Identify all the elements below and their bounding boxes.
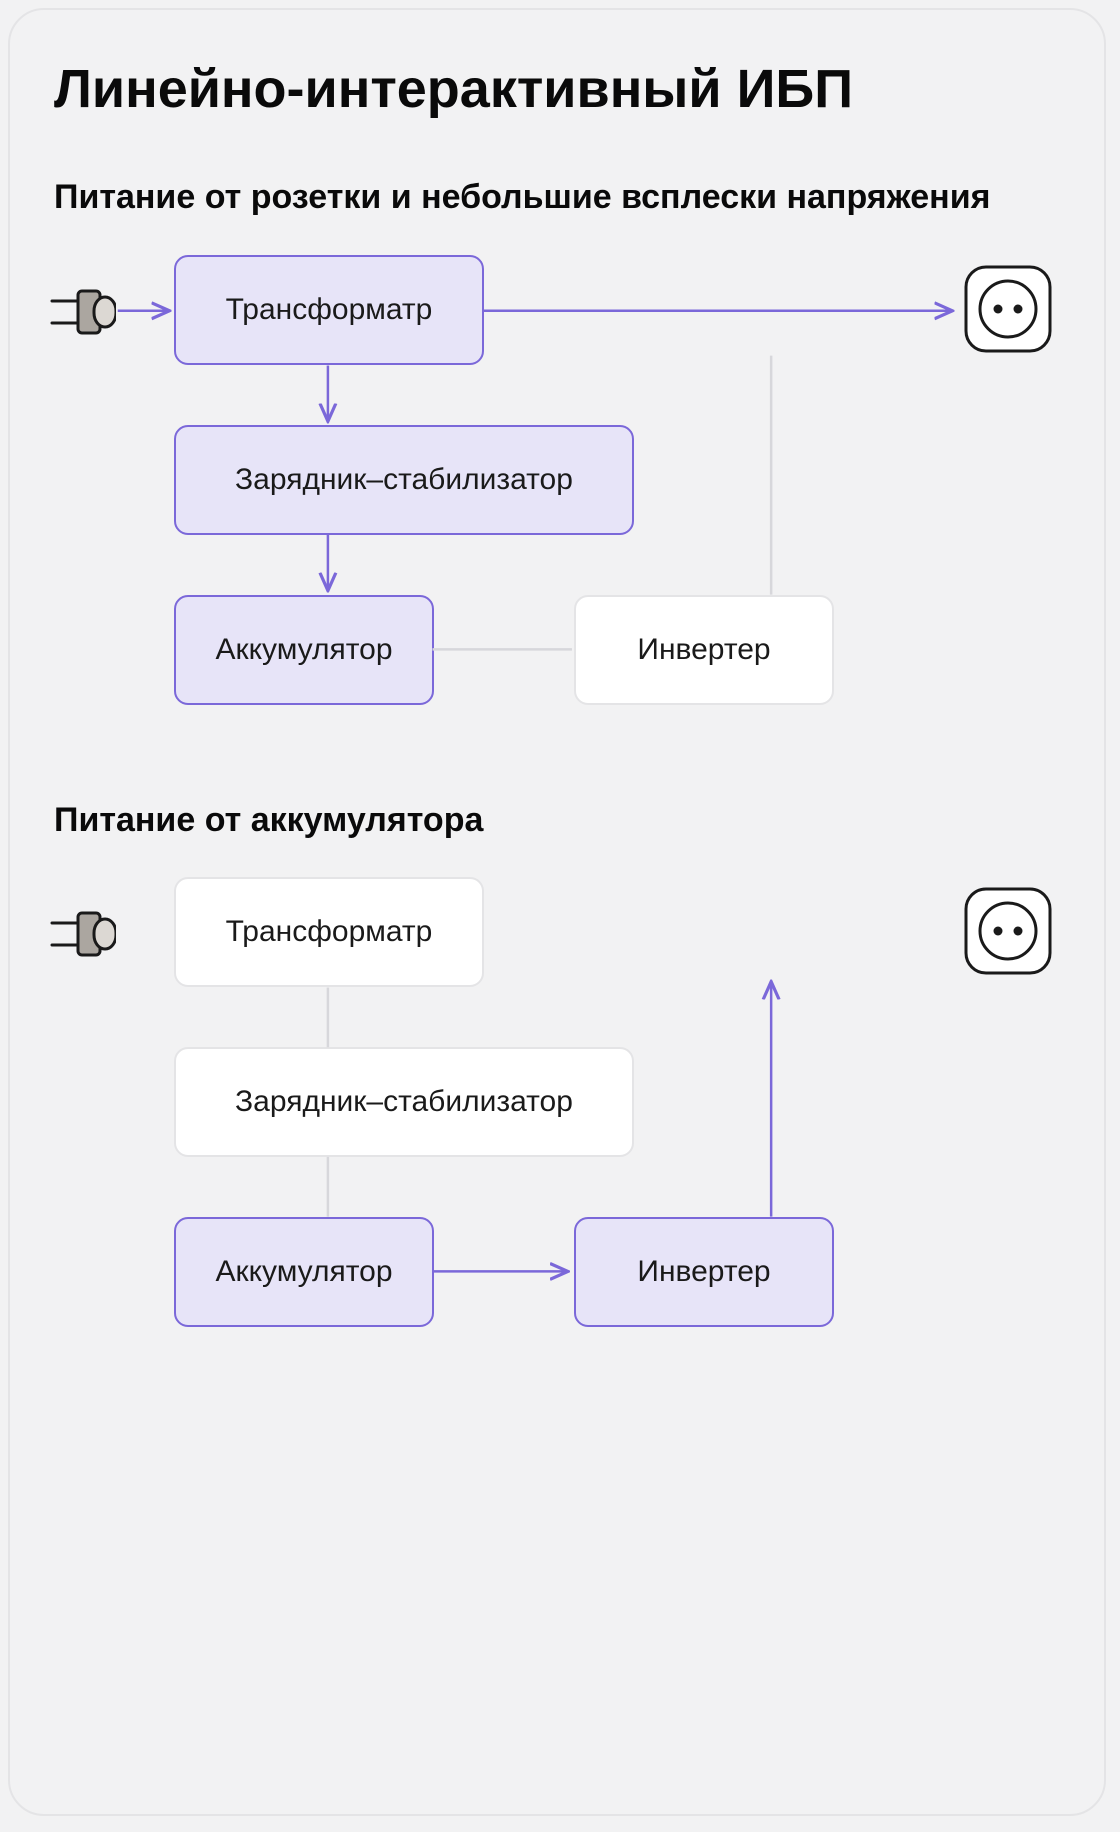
plug-icon [50,285,116,339]
node-label: Трансформатр [226,293,433,327]
plug-icon [50,907,116,961]
node-transformer: Трансформатр [174,255,484,365]
section1-heading: Питание от розетки и небольшие всплески … [54,176,1060,219]
socket-icon [962,885,1054,977]
page-title: Линейно-интерактивный ИБП [54,58,1060,120]
section2-heading: Питание от аккумулятора [54,799,1060,842]
card: Линейно-интерактивный ИБП Питание от роз… [8,8,1106,1816]
node-label: Инвертер [637,633,770,667]
node-label: Зарядник–стабилизатор [235,1085,573,1119]
node-battery: Аккумулятор [174,595,434,705]
diagram-battery: Трансформатр Зарядник–стабилизатор Аккум… [54,877,1060,1377]
node-battery: Аккумулятор [174,1217,434,1327]
node-label: Инвертер [637,1255,770,1289]
node-charger: Зарядник–стабилизатор [174,1047,634,1157]
node-label: Зарядник–стабилизатор [235,463,573,497]
node-inverter: Инвертер [574,595,834,705]
diagram-mains: Трансформатр Зарядник–стабилизатор Аккум… [54,255,1060,755]
node-transformer: Трансформатр [174,877,484,987]
node-label: Трансформатр [226,915,433,949]
node-label: Аккумулятор [215,633,392,667]
node-label: Аккумулятор [215,1255,392,1289]
node-inverter: Инвертер [574,1217,834,1327]
socket-icon [962,263,1054,355]
node-charger: Зарядник–стабилизатор [174,425,634,535]
